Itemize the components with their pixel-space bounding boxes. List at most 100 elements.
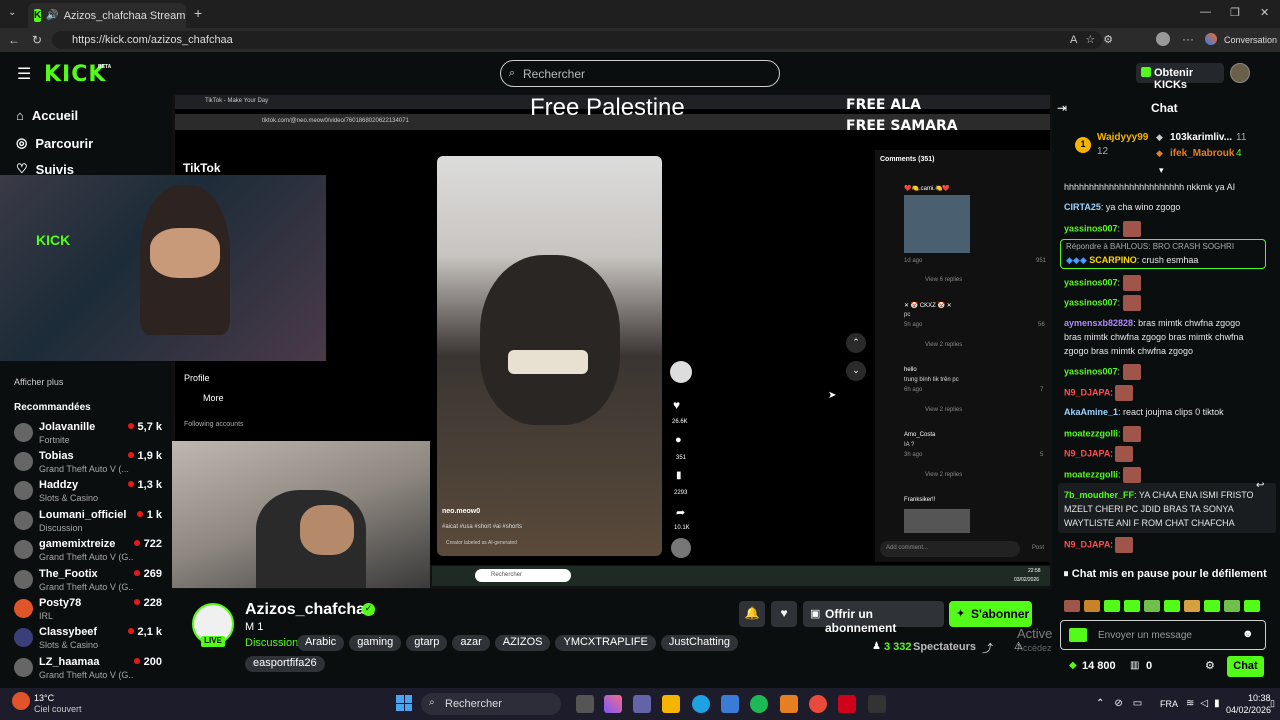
weather-temp[interactable]: 13°C: [34, 693, 54, 703]
message-username[interactable]: N9_DJAPA: [1064, 539, 1110, 549]
top-gifter-name[interactable]: Wajdyyy99: [1097, 132, 1148, 143]
notifications-button[interactable]: 🔔: [739, 601, 765, 627]
hamburger-menu-icon[interactable]: ☰: [17, 64, 31, 84]
gift-subscription-button[interactable]: Offrir un abonnement: [803, 601, 944, 635]
copilot-icon[interactable]: [1205, 33, 1217, 45]
nav-browse[interactable]: ◎ Parcourir: [16, 135, 93, 151]
emote-icon[interactable]: [1164, 600, 1180, 612]
tag[interactable]: YMCXTRAPLIFE: [555, 635, 656, 651]
emote-icon[interactable]: [1064, 600, 1080, 612]
message-username[interactable]: CIRTA25: [1064, 202, 1101, 212]
chat-identity-icon[interactable]: [1069, 628, 1087, 642]
app-icon[interactable]: [780, 695, 798, 713]
reply-icon[interactable]: ↩: [1256, 480, 1264, 491]
notification-icon[interactable]: ▯: [1270, 698, 1275, 709]
browser-tab[interactable]: K 🔊 Azizos_chafchaa Stream - Wa ✕: [28, 3, 186, 28]
teams-icon[interactable]: [633, 695, 651, 713]
message-username[interactable]: moatezzgolli: [1064, 428, 1118, 438]
recommended-channel[interactable]: Jolavanille Fortnite 5,7 k: [14, 421, 164, 450]
more-menu-icon[interactable]: ···: [1182, 32, 1194, 46]
weather-icon[interactable]: [12, 692, 30, 710]
chat-message[interactable]: 7b_moudher_FF: YA CHAA ENA ISMI FRISTO M…: [1064, 488, 1256, 530]
emote-icon[interactable]: [1104, 600, 1120, 612]
share-button[interactable]: ⤴: [982, 640, 993, 656]
spotify-icon[interactable]: [750, 695, 768, 713]
chat-paused-banner[interactable]: ⏸ Chat mis en pause pour le défilement: [1062, 566, 1268, 584]
emote-icon[interactable]: [1204, 600, 1220, 612]
tag[interactable]: Arabic: [297, 635, 345, 651]
reply-context[interactable]: Répondre à BAHLOUS: BRO CRASH SOGHRI: [1066, 242, 1234, 251]
channel-name[interactable]: Azizos_chafchaa: [245, 601, 374, 619]
emote-icon[interactable]: [1084, 600, 1100, 612]
tag[interactable]: easportfifa26: [245, 656, 325, 672]
system-tray-icons[interactable]: ⌃⊘▭: [1096, 698, 1152, 709]
recommended-channel[interactable]: Posty78 IRL 228: [14, 597, 164, 626]
category-link[interactable]: Discussion: [245, 637, 298, 649]
recommended-channel[interactable]: Tobias Grand Theft Auto V (... 1,9 k: [14, 450, 164, 479]
pinned-toggle-icon[interactable]: ▾: [1159, 165, 1164, 176]
browser-toolbar-icons[interactable]: A☆⚙: [1070, 33, 1121, 46]
tab-menu-icon[interactable]: ⌄: [8, 7, 16, 18]
follow-heart-button[interactable]: ♥: [771, 601, 797, 627]
message-username[interactable]: moatezzgolli: [1064, 469, 1118, 479]
emoji-picker-icon[interactable]: ☻: [1242, 628, 1254, 640]
store-icon[interactable]: [721, 695, 739, 713]
kicks-balance[interactable]: 14 800: [1082, 660, 1116, 672]
tag[interactable]: gaming: [349, 635, 402, 651]
minimize-button[interactable]: —: [1200, 6, 1211, 18]
chat-message-input[interactable]: Envoyer un message: [1060, 620, 1266, 650]
recommended-channel[interactable]: The_Footix Grand Theft Auto V (G... 269: [14, 568, 164, 597]
app-icon[interactable]: [809, 695, 827, 713]
new-tab-button[interactable]: +: [194, 5, 202, 21]
message-username[interactable]: yassinos007: [1064, 223, 1118, 233]
maximize-button[interactable]: ❐: [1230, 6, 1240, 19]
message-username[interactable]: SCARPINO: [1089, 255, 1137, 265]
message-username[interactable]: yassinos007: [1064, 277, 1118, 287]
message-username[interactable]: AkaAmine_1: [1064, 407, 1118, 417]
recommended-channel[interactable]: LZ_haamaa Grand Theft Auto V (G... 200: [14, 656, 164, 685]
tag[interactable]: AZIZOS: [494, 635, 551, 651]
profile-avatar[interactable]: [1156, 32, 1170, 46]
send-chat-button[interactable]: Chat: [1227, 656, 1264, 677]
collapse-chat-icon[interactable]: ⇥: [1057, 101, 1067, 115]
windows-start-icon[interactable]: [396, 695, 412, 711]
tag[interactable]: JustChatting: [660, 635, 738, 651]
clock-date[interactable]: 04/02/2026: [1226, 705, 1271, 715]
network-volume-icons[interactable]: ≋◁▮: [1186, 698, 1226, 709]
app-icon[interactable]: [868, 695, 886, 713]
app-icon[interactable]: [838, 695, 856, 713]
back-button[interactable]: ←: [8, 33, 20, 47]
nav-home[interactable]: ⌂ Accueil: [16, 108, 78, 123]
chat-settings-icon[interactable]: ⚙: [1205, 659, 1215, 672]
emote-icon[interactable]: [1184, 600, 1200, 612]
close-window-button[interactable]: ✕: [1260, 6, 1269, 19]
conversation-label[interactable]: Conversation: [1224, 35, 1277, 45]
emote-icon[interactable]: [1224, 600, 1240, 612]
copilot-taskbar-icon[interactable]: [604, 695, 622, 713]
edge-icon[interactable]: [692, 695, 710, 713]
show-more-link[interactable]: Afficher plus: [14, 377, 63, 387]
message-username[interactable]: yassinos007: [1064, 366, 1118, 376]
message-username[interactable]: 7b_moudher_FF: [1064, 490, 1134, 500]
language-indicator[interactable]: FRA: [1160, 699, 1178, 709]
tag[interactable]: gtarp: [406, 635, 448, 651]
message-username[interactable]: yassinos007: [1064, 297, 1118, 307]
reload-button[interactable]: ↻: [32, 33, 42, 47]
speaker-icon[interactable]: 🔊: [46, 10, 58, 21]
weather-desc[interactable]: Ciel couvert: [34, 704, 82, 714]
user-avatar[interactable]: [1230, 63, 1250, 83]
url-field[interactable]: https://kick.com/azizos_chafchaa: [52, 31, 1102, 49]
search-input[interactable]: Rechercher: [500, 60, 780, 87]
file-explorer-icon[interactable]: [662, 695, 680, 713]
recommended-channel[interactable]: Classybeef Slots & Casino 2,1 k: [14, 626, 164, 655]
clock-time[interactable]: 10:38: [1248, 693, 1271, 703]
emote-icon[interactable]: [1144, 600, 1160, 612]
message-username[interactable]: aymensxb82828: [1064, 318, 1133, 328]
recommended-channel[interactable]: gamemixtreize Grand Theft Auto V (G... 722: [14, 538, 164, 567]
emote-icon[interactable]: [1124, 600, 1140, 612]
task-view-icon[interactable]: [576, 695, 594, 713]
message-username[interactable]: N9_DJAPA: [1064, 448, 1110, 458]
gifter-name[interactable]: 103karimliv...: [1170, 132, 1232, 143]
tag[interactable]: azar: [452, 635, 490, 651]
points-count[interactable]: 0: [1146, 660, 1152, 672]
